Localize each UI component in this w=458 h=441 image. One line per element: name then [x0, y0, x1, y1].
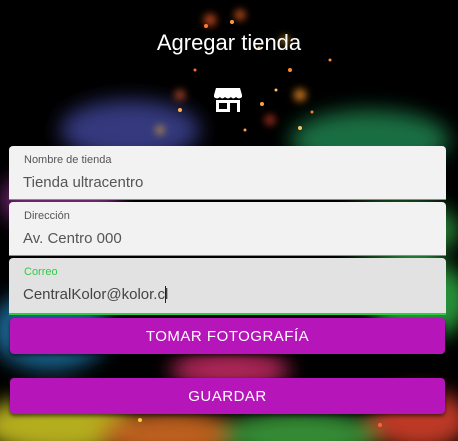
address-field[interactable]: Dirección [9, 202, 446, 256]
take-photo-button[interactable]: TOMAR FOTOGRAFÍA [10, 318, 445, 354]
email-label: Correo [24, 266, 58, 278]
email-field[interactable]: Correo [9, 258, 446, 315]
text-caret [165, 286, 166, 303]
page-title: Agregar tienda [156, 30, 302, 55]
store-name-input[interactable] [23, 171, 423, 193]
save-button[interactable]: GUARDAR [10, 378, 445, 414]
address-label: Dirección [24, 210, 70, 222]
email-input[interactable] [23, 283, 423, 305]
store-icon [214, 88, 242, 112]
store-name-field[interactable]: Nombre de tienda [9, 146, 446, 200]
address-input[interactable] [23, 227, 423, 249]
store-name-label: Nombre de tienda [24, 154, 112, 166]
